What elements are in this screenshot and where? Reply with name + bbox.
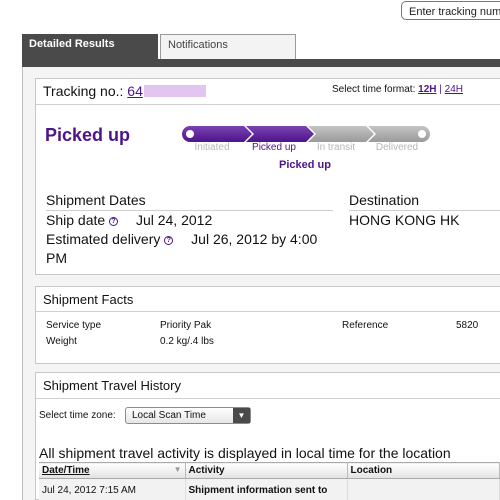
shipment-facts-heading: Shipment Facts xyxy=(43,292,134,307)
ship-date-row: Ship date ? Jul 24, 2012 xyxy=(46,212,212,228)
column-header-activity[interactable]: Activity xyxy=(185,462,348,479)
divider xyxy=(36,398,500,399)
table-header-row: Date/Time ▼ Activity Location xyxy=(39,462,500,479)
estimated-delivery-row: Estimated delivery ? Jul 26, 2012 by 4:0… xyxy=(46,231,317,247)
triangle-down-icon: ▼ xyxy=(233,408,250,423)
info-icon[interactable]: ? xyxy=(164,236,174,245)
tracking-number: Tracking no.: 64 xyxy=(43,83,206,99)
progress-step-delivered xyxy=(368,126,422,142)
progress-end-dot xyxy=(418,130,426,138)
weight-value: 0.2 kg/.4 lbs xyxy=(160,336,214,347)
service-type-value: Priority Pak xyxy=(160,320,212,331)
status-title: Picked up xyxy=(45,125,131,145)
travel-time-note: All shipment travel activity is displaye… xyxy=(39,445,451,461)
estimated-delivery-value: Jul 26, 2012 by 4:00 xyxy=(191,231,318,247)
progress-bar xyxy=(182,126,430,142)
column-header-location[interactable]: Location xyxy=(347,462,500,479)
time-format-separator: | xyxy=(439,84,442,95)
time-zone-selected: Local Scan Time xyxy=(132,410,206,421)
travel-history-table: Date/Time ▼ Activity Location Jul 24, 20… xyxy=(39,462,500,500)
estimated-delivery-value-cont: PM xyxy=(46,250,67,266)
tracking-number-link[interactable]: 64 xyxy=(127,83,206,99)
time-zone-select[interactable]: Local Scan Time ▼ xyxy=(125,407,251,424)
tab-notifications[interactable]: Notifications xyxy=(160,34,296,59)
divider xyxy=(46,210,333,211)
divider xyxy=(349,210,500,211)
service-type-label: Service type xyxy=(46,320,102,331)
progress-step-in-transit xyxy=(308,126,374,142)
table-row: Jul 24, 2012 7:15 AM Shipment informatio… xyxy=(39,478,500,500)
weight-label: Weight xyxy=(46,336,77,347)
row-datetime: Jul 24, 2012 7:15 AM xyxy=(39,478,186,500)
time-format-label: Select time format: xyxy=(332,84,416,95)
tab-bar xyxy=(22,59,500,67)
progress-start-dot xyxy=(186,130,194,138)
current-step-label: Picked up xyxy=(279,159,331,171)
shipment-dates-heading: Shipment Dates xyxy=(46,192,146,208)
column-header-datetime-label: Date/Time xyxy=(42,465,90,476)
time-format-24h-link[interactable]: 24H xyxy=(445,84,463,95)
tracking-number-redacted xyxy=(143,85,206,97)
info-icon[interactable]: ? xyxy=(109,217,119,226)
reference-label: Reference xyxy=(342,320,389,331)
step-label-in-transit: In transit xyxy=(316,142,356,153)
destination-value: HONG KONG HK xyxy=(349,212,460,228)
tracking-search-input[interactable] xyxy=(402,3,500,19)
divider xyxy=(36,104,500,105)
tab-detailed-results[interactable]: Detailed Results xyxy=(22,34,158,59)
reference-value: 5820 xyxy=(456,320,479,331)
divider xyxy=(36,311,500,312)
progress-step-picked-up xyxy=(246,126,314,142)
tracking-number-label: Tracking no.: xyxy=(43,83,124,99)
ship-date-value: Jul 24, 2012 xyxy=(135,212,213,228)
ship-date-label: Ship date xyxy=(46,212,106,228)
sort-arrow-icon: ▼ xyxy=(173,465,182,474)
row-activity: Shipment information sent to xyxy=(185,478,348,500)
time-format-selector: Select time format: 12H | 24H xyxy=(332,84,463,95)
estimated-delivery-label: Estimated delivery xyxy=(46,231,161,247)
step-label-picked-up: Picked up xyxy=(252,142,296,153)
row-location xyxy=(347,478,500,500)
time-zone-label: Select time zone: xyxy=(39,410,116,421)
tracking-search-field[interactable] xyxy=(401,1,500,20)
destination-heading: Destination xyxy=(349,192,420,208)
column-header-datetime[interactable]: Date/Time ▼ xyxy=(39,462,186,479)
step-label-delivered: Delivered xyxy=(375,142,419,153)
step-label-initiated: Initiated xyxy=(194,142,230,153)
progress-step-initiated xyxy=(190,126,252,142)
travel-history-heading: Shipment Travel History xyxy=(43,378,181,393)
time-format-12h-link[interactable]: 12H xyxy=(418,84,436,95)
